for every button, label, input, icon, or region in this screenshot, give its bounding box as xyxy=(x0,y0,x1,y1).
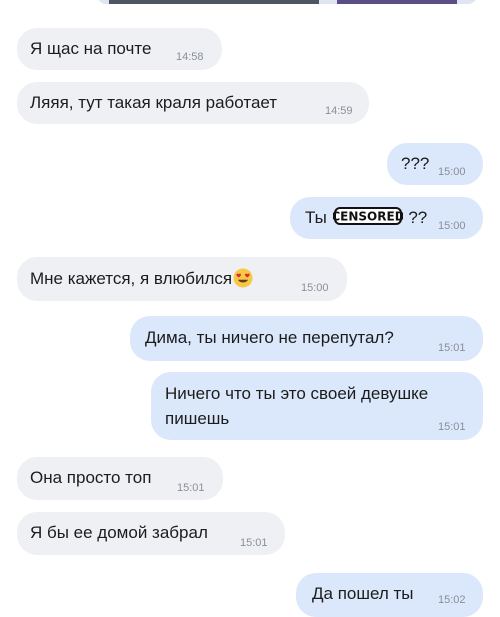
message-time: 15:00 xyxy=(438,166,466,178)
outgoing-message[interactable]: Да пошел ты 15:02 xyxy=(296,573,483,617)
message-time: 15:01 xyxy=(240,537,268,549)
message-text: Она просто топ xyxy=(30,468,152,487)
message-time: 15:00 xyxy=(438,220,466,232)
media-thumbnail xyxy=(337,0,457,4)
message-text: Дима, ты ничего не перепутал? xyxy=(145,328,394,347)
media-message-partial[interactable] xyxy=(97,0,477,4)
message-text-line-2: пишешь xyxy=(165,409,230,428)
incoming-message[interactable]: Она просто топ 15:01 xyxy=(17,457,223,500)
outgoing-message[interactable]: Дима, ты ничего не перепутал? 15:01 xyxy=(130,316,483,361)
outgoing-message[interactable]: Ничего что ты это своей девушке пишешь 1… xyxy=(151,372,483,440)
outgoing-message[interactable]: ??? 15:00 xyxy=(387,143,483,185)
message-time: 15:02 xyxy=(438,594,466,606)
censored-stamp-label: CENSORED xyxy=(333,210,403,224)
message-time: 15:01 xyxy=(177,482,205,494)
outgoing-message[interactable]: Ты CENSORED ?? 15:00 xyxy=(290,197,483,239)
message-text: Я бы ее домой забрал xyxy=(30,523,208,542)
message-text: Да пошел ты xyxy=(312,584,414,603)
message-time: 15:01 xyxy=(438,342,466,354)
message-time: 14:59 xyxy=(325,105,353,117)
incoming-message[interactable]: Я щас на почте 14:58 xyxy=(17,28,222,70)
message-text: Мне кажется, я влюбился xyxy=(30,267,253,290)
message-text-content: Мне кажется, я влюбился xyxy=(30,269,233,288)
message-time: 14:58 xyxy=(176,51,204,63)
media-thumbnail xyxy=(109,0,319,4)
message-text: Я щас на почте xyxy=(30,39,152,58)
message-time: 15:01 xyxy=(438,421,466,433)
incoming-message[interactable]: Мне кажется, я влюбился 15:00 xyxy=(17,257,347,301)
message-text-line-1: Ничего что ты это своей девушке xyxy=(165,384,429,403)
message-text: Ты CENSORED ?? xyxy=(305,206,427,232)
message-time: 15:00 xyxy=(301,282,329,294)
censored-stamp: CENSORED xyxy=(331,206,404,232)
heart-eyes-emoji-icon xyxy=(233,268,253,288)
message-text-after: ?? xyxy=(408,208,428,227)
message-text-before: Ты xyxy=(305,208,327,227)
incoming-message[interactable]: Ляяя, тут такая краля работает 14:59 xyxy=(17,82,369,124)
incoming-message[interactable]: Я бы ее домой забрал 15:01 xyxy=(17,512,285,555)
message-text: ??? xyxy=(401,154,430,173)
message-text: Ляяя, тут такая краля работает xyxy=(30,93,278,112)
